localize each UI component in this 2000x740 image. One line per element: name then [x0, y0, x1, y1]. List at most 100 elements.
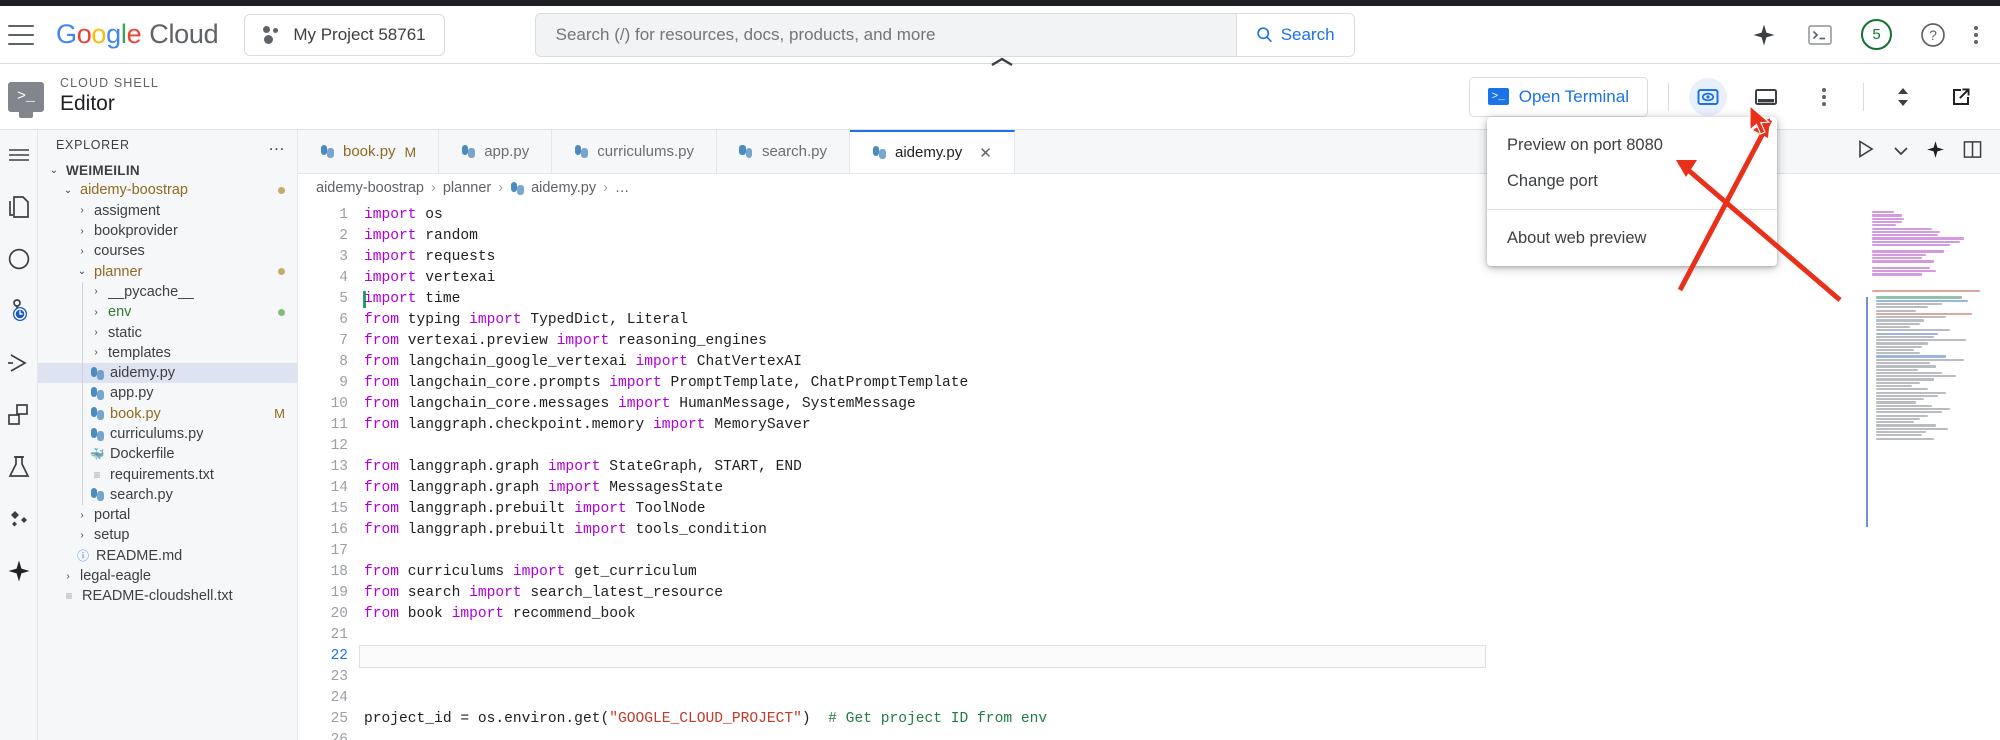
expand-collapse-icon[interactable]: [1884, 78, 1922, 116]
code-line[interactable]: [360, 541, 2000, 562]
shell-more-options-icon[interactable]: [1805, 78, 1843, 116]
gemini-sparkle-icon[interactable]: [6, 558, 32, 584]
minimap-line: [1872, 211, 1894, 213]
run-file-icon[interactable]: [1856, 139, 1876, 164]
code-line[interactable]: from langgraph.prebuilt import tools_con…: [360, 520, 2000, 541]
code-content[interactable]: import osimport randomimport requestsimp…: [360, 202, 2000, 740]
code-line[interactable]: [360, 730, 2000, 740]
tree-item-book-py[interactable]: book.pyM: [38, 404, 297, 424]
tab-aidemy-py[interactable]: aidemy.py✕: [850, 130, 1015, 173]
hamburger-menu-icon[interactable]: [8, 25, 34, 45]
menu-item-change-port[interactable]: Change port: [1487, 163, 1777, 199]
minimap-line: [1872, 218, 1904, 220]
more-options-kebab-icon[interactable]: [1974, 26, 1978, 44]
tree-item-search-py[interactable]: search.py: [38, 485, 297, 505]
gemini-sparkle-icon[interactable]: [1749, 20, 1779, 50]
tree-item-setup[interactable]: ›setup: [38, 525, 297, 545]
cloud-shell-terminal-icon[interactable]: [1805, 20, 1835, 50]
code-line[interactable]: from vertexai.preview import reasoning_e…: [360, 331, 2000, 352]
code-line[interactable]: from langchain_google_vertexai import Ch…: [360, 352, 2000, 373]
indent-guide: [82, 282, 83, 302]
explorer-more-actions-icon[interactable]: …: [268, 141, 285, 149]
source-control-icon[interactable]: [6, 298, 32, 324]
tree-item-planner[interactable]: ⌄planner: [38, 261, 297, 281]
tree-item-aidemy-py[interactable]: aidemy.py: [38, 363, 297, 383]
open-terminal-button[interactable]: >_ Open Terminal: [1469, 77, 1648, 117]
tree-item-assigment[interactable]: ›assigment: [38, 201, 297, 221]
editor-tab-actions: [1838, 130, 2000, 173]
code-editor[interactable]: 1234567891011121314151617181920212223242…: [298, 202, 2000, 740]
gemini-sparkle-icon[interactable]: [1926, 140, 1945, 164]
code-line[interactable]: from langchain_core.messages import Huma…: [360, 394, 2000, 415]
code-line[interactable]: [360, 688, 2000, 709]
run-and-debug-icon[interactable]: [6, 350, 32, 376]
code-line[interactable]: [360, 625, 2000, 646]
code-line[interactable]: project_id = os.environ.get("GOOGLE_CLOU…: [360, 709, 2000, 730]
code-line[interactable]: [360, 667, 2000, 688]
editor-minimap[interactable]: [1872, 202, 1992, 740]
toolbar-divider: [1668, 83, 1669, 111]
tree-item-requirements-txt[interactable]: ≡requirements.txt: [38, 464, 297, 484]
tree-item-app-py[interactable]: app.py: [38, 383, 297, 403]
tree-item-dockerfile[interactable]: 🐳Dockerfile: [38, 444, 297, 464]
code-line[interactable]: from langgraph.checkpoint.memory import …: [360, 415, 2000, 436]
breadcrumb-segment[interactable]: aidemy-boostrap: [316, 180, 424, 196]
explorer-files-icon[interactable]: [6, 194, 32, 220]
cloud-code-icon[interactable]: [6, 506, 32, 532]
code-line[interactable]: from langgraph.prebuilt import ToolNode: [360, 499, 2000, 520]
code-line[interactable]: from langchain_core.prompts import Promp…: [360, 373, 2000, 394]
collapse-header-chevron-icon[interactable]: [990, 54, 1014, 64]
menu-icon[interactable]: [6, 142, 32, 168]
breadcrumb-segment[interactable]: planner: [443, 180, 491, 196]
tree-item-legal-eagle[interactable]: ›legal-eagle: [38, 566, 297, 586]
help-icon[interactable]: ?: [1918, 20, 1948, 50]
tab-search-py[interactable]: search.py: [717, 130, 850, 173]
search-button[interactable]: Search: [1236, 14, 1354, 56]
tree-item-readme-md[interactable]: ⓘREADME.md: [38, 546, 297, 566]
tree-item-curriculums-py[interactable]: curriculums.py: [38, 424, 297, 444]
breadcrumb-segment[interactable]: aidemy.py: [531, 180, 596, 196]
tree-item-static[interactable]: ›static: [38, 322, 297, 342]
open-in-new-window-icon[interactable]: [1942, 78, 1980, 116]
code-line[interactable]: from typing import TypedDict, Literal: [360, 310, 2000, 331]
code-line[interactable]: from search import search_latest_resourc…: [360, 583, 2000, 604]
code-line[interactable]: from langgraph.graph import MessagesStat…: [360, 478, 2000, 499]
extensions-icon[interactable]: [6, 402, 32, 428]
tree-item-bookprovider[interactable]: ›bookprovider: [38, 221, 297, 241]
tree-item-templates[interactable]: ›templates: [38, 343, 297, 363]
code-line[interactable]: import vertexai: [360, 268, 2000, 289]
code-line[interactable]: [360, 646, 1485, 667]
code-line[interactable]: from curriculums import get_curriculum: [360, 562, 2000, 583]
tree-item-aidemy-boostrap[interactable]: ⌄aidemy-boostrap: [38, 180, 297, 200]
chevron-down-icon[interactable]: [1894, 143, 1908, 161]
code-line[interactable]: from langgraph.graph import StateGraph, …: [360, 457, 2000, 478]
tab-book-py[interactable]: book.pyM: [298, 130, 439, 173]
menu-item-about-web-preview[interactable]: About web preview: [1487, 220, 1777, 256]
code-line[interactable]: import time: [360, 289, 2000, 310]
code-line[interactable]: from book import recommend_book: [360, 604, 2000, 625]
tree-item-portal[interactable]: ›portal: [38, 505, 297, 525]
google-cloud-logo[interactable]: GoogleCloud: [56, 19, 218, 50]
tab-app-py[interactable]: app.py: [439, 130, 552, 173]
search-circle-icon[interactable]: [6, 246, 32, 272]
testing-flask-icon[interactable]: [6, 454, 32, 480]
breadcrumb-segment[interactable]: …: [615, 180, 630, 196]
tree-item-env[interactable]: ›env: [38, 302, 297, 322]
tab-curriculums-py[interactable]: curriculums.py: [552, 130, 717, 173]
notifications-count-badge[interactable]: 5: [1861, 19, 1892, 50]
chevron-right-icon: ›: [90, 286, 102, 297]
indent-guide: [82, 485, 83, 505]
web-preview-icon[interactable]: [1689, 78, 1727, 116]
split-editor-icon[interactable]: [1963, 140, 1982, 164]
project-selector-button[interactable]: My Project 58761: [244, 14, 444, 56]
search-input[interactable]: [536, 14, 1236, 56]
tree-item-readme-cloudshell-txt[interactable]: ≡README-cloudshell.txt: [38, 586, 297, 606]
tree-item-pycache[interactable]: ›__pycache__: [38, 282, 297, 302]
line-number: 20: [298, 604, 360, 625]
code-line[interactable]: [360, 436, 2000, 457]
minimap-line: [1876, 359, 1964, 361]
tree-root-weimeilin[interactable]: ⌄ WEIMEILIN: [38, 160, 297, 180]
close-icon[interactable]: ✕: [979, 144, 992, 162]
tree-item-courses[interactable]: ›courses: [38, 241, 297, 261]
menu-item-preview-on-port-8080[interactable]: Preview on port 8080: [1487, 127, 1777, 163]
